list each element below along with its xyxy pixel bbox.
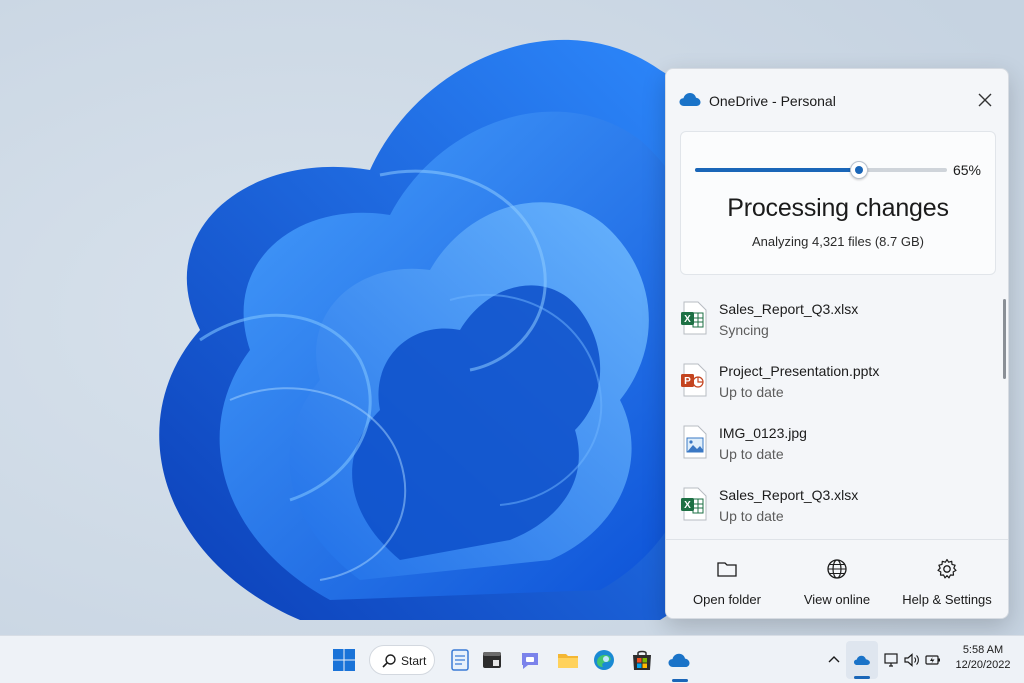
close-icon[interactable] [976,91,994,109]
taskbar-clock[interactable]: 5:58 AM 12/20/2022 [948,644,1018,671]
file-item[interactable]: P Project_Presentation.pptx Up to date [666,351,996,413]
onedrive-tray-icon[interactable] [853,651,871,669]
file-item[interactable]: X Sales_Report_Q3.xlsx Syncing [666,289,996,351]
clock-date: 12/20/2022 [955,659,1011,671]
file-item[interactable]: X Sales_Report_Q3.xlsx Up to date [666,475,996,537]
folder-icon [717,562,737,577]
search-label: Start [401,654,427,668]
flyout-footer: Open folder View online Help & Settings [666,539,1008,618]
volume-icon[interactable] [903,651,921,669]
powerpoint-icon: P [681,363,707,397]
file-status: Up to date [719,384,784,400]
image-file-icon [683,425,707,459]
terminal-icon[interactable] [479,647,505,673]
sync-progress-bar [695,161,947,179]
status-subtitle: Analyzing 4,321 files (8.7 GB) [752,234,924,249]
open-folder-label: Open folder [693,592,761,607]
file-name: Sales_Report_Q3.xlsx [719,301,859,317]
notepad-icon[interactable] [447,647,473,673]
sync-progress-thumb [850,161,868,179]
svg-text:X: X [684,314,691,325]
onedrive-icon[interactable] [667,647,693,673]
chevron-up-icon[interactable] [825,651,843,669]
file-name: IMG_0123.jpg [719,425,807,441]
flyout-title: OneDrive - Personal [709,93,836,109]
file-status: Up to date [719,508,784,524]
search-icon [382,654,396,668]
help-settings-label: Help & Settings [902,592,992,607]
progress-percent-label: 65% [952,162,981,178]
edge-icon[interactable] [591,647,617,673]
tray-active-indicator [854,676,870,679]
svg-text:X: X [684,500,691,511]
sync-progress-fill [695,168,859,172]
status-title: Processing changes [727,194,949,222]
clock-time: 5:58 AM [962,644,1004,656]
windows-start-icon[interactable] [331,647,357,673]
flyout-header: OneDrive - Personal [666,69,1008,129]
store-icon[interactable] [629,647,655,673]
svg-text:P: P [684,376,691,387]
file-list-scrollbar[interactable] [1003,299,1006,379]
recent-files-list: X Sales_Report_Q3.xlsx Syncing P Project… [666,289,1008,537]
active-app-indicator [672,679,688,682]
excel-icon: X [681,487,707,521]
view-online-label: View online [803,592,871,607]
taskbar: Start 5:58 AM 12/20/2022 [0,635,1024,683]
onedrive-flyout: OneDrive - Personal 65% Processing chang… [665,68,1009,619]
file-explorer-icon[interactable] [555,647,581,673]
file-status: Syncing [719,322,769,338]
sync-status-card: 65% Processing changes Analyzing 4,321 f… [680,131,996,275]
file-status: Up to date [719,446,784,462]
excel-icon: X [681,301,707,335]
gear-icon [937,558,957,579]
network-icon[interactable] [883,651,901,669]
help-settings-button[interactable]: Help & Settings [892,540,1002,618]
view-online-button[interactable]: View online [782,540,892,618]
battery-icon[interactable] [924,651,942,669]
teams-chat-icon[interactable] [517,647,543,673]
globe-icon [827,559,847,579]
file-name: Sales_Report_Q3.xlsx [719,487,859,503]
search-button[interactable]: Start [369,645,435,675]
file-name: Project_Presentation.pptx [719,363,880,379]
onedrive-cloud-icon [679,93,701,106]
open-folder-button[interactable]: Open folder [672,540,782,618]
file-item[interactable]: IMG_0123.jpg Up to date [666,413,996,475]
